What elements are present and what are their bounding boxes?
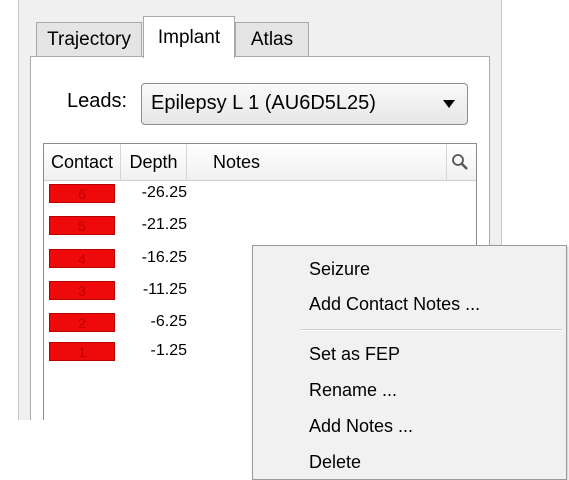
depth-value: -21.25 xyxy=(141,216,187,233)
column-header-notes[interactable]: Notes xyxy=(187,144,447,180)
menu-separator xyxy=(301,329,562,331)
leads-label: Leads: xyxy=(67,90,128,112)
menu-item-add-contact-notes[interactable]: Add Contact Notes ... xyxy=(309,294,480,315)
depth-value: -6.25 xyxy=(150,313,187,330)
table-row[interactable]: 5 -21.25 xyxy=(44,214,476,238)
table-header: Contact Depth Notes xyxy=(44,144,476,181)
contact-swatch: 2 xyxy=(49,313,115,332)
depth-value: -11.25 xyxy=(142,281,187,298)
depth-value: -16.25 xyxy=(141,249,187,266)
menu-item-delete[interactable]: Delete xyxy=(309,452,361,473)
contact-swatch: 3 xyxy=(49,281,115,300)
chevron-down-icon[interactable] xyxy=(443,100,455,108)
contact-swatch: 6 xyxy=(49,184,115,203)
column-header-contact[interactable]: Contact xyxy=(44,144,121,180)
search-icon[interactable] xyxy=(450,152,470,172)
tab-trajectory-label: Trajectory xyxy=(47,28,131,50)
leads-dropdown[interactable]: Epilepsy L 1 (AU6D5L25) xyxy=(141,83,468,125)
tab-trajectory[interactable]: Trajectory xyxy=(36,22,142,56)
menu-item-set-as-fep[interactable]: Set as FEP xyxy=(309,344,400,365)
menu-item-rename[interactable]: Rename ... xyxy=(309,380,397,401)
leads-selected-value: Epilepsy L 1 (AU6D5L25) xyxy=(151,92,376,114)
context-menu: Seizure Add Contact Notes ... Set as FEP… xyxy=(252,245,567,480)
column-header-notes-label: Notes xyxy=(213,151,261,172)
contact-swatch: 5 xyxy=(49,216,115,235)
tab-atlas-label: Atlas xyxy=(250,28,294,50)
tab-implant-label: Implant xyxy=(157,26,221,48)
tab-atlas[interactable]: Atlas xyxy=(235,22,309,56)
column-header-contact-label: Contact xyxy=(50,151,114,172)
depth-value: -1.25 xyxy=(150,342,187,359)
tab-implant[interactable]: Implant xyxy=(143,16,235,58)
column-header-depth[interactable]: Depth xyxy=(121,144,187,180)
menu-item-seizure[interactable]: Seizure xyxy=(309,259,370,280)
depth-value: -26.25 xyxy=(141,184,187,201)
contact-swatch: 1 xyxy=(49,342,115,361)
contact-swatch: 4 xyxy=(49,249,115,268)
table-row[interactable]: 6 -26.25 xyxy=(44,182,476,206)
menu-item-add-notes[interactable]: Add Notes ... xyxy=(309,416,413,437)
column-header-depth-label: Depth xyxy=(129,151,178,172)
